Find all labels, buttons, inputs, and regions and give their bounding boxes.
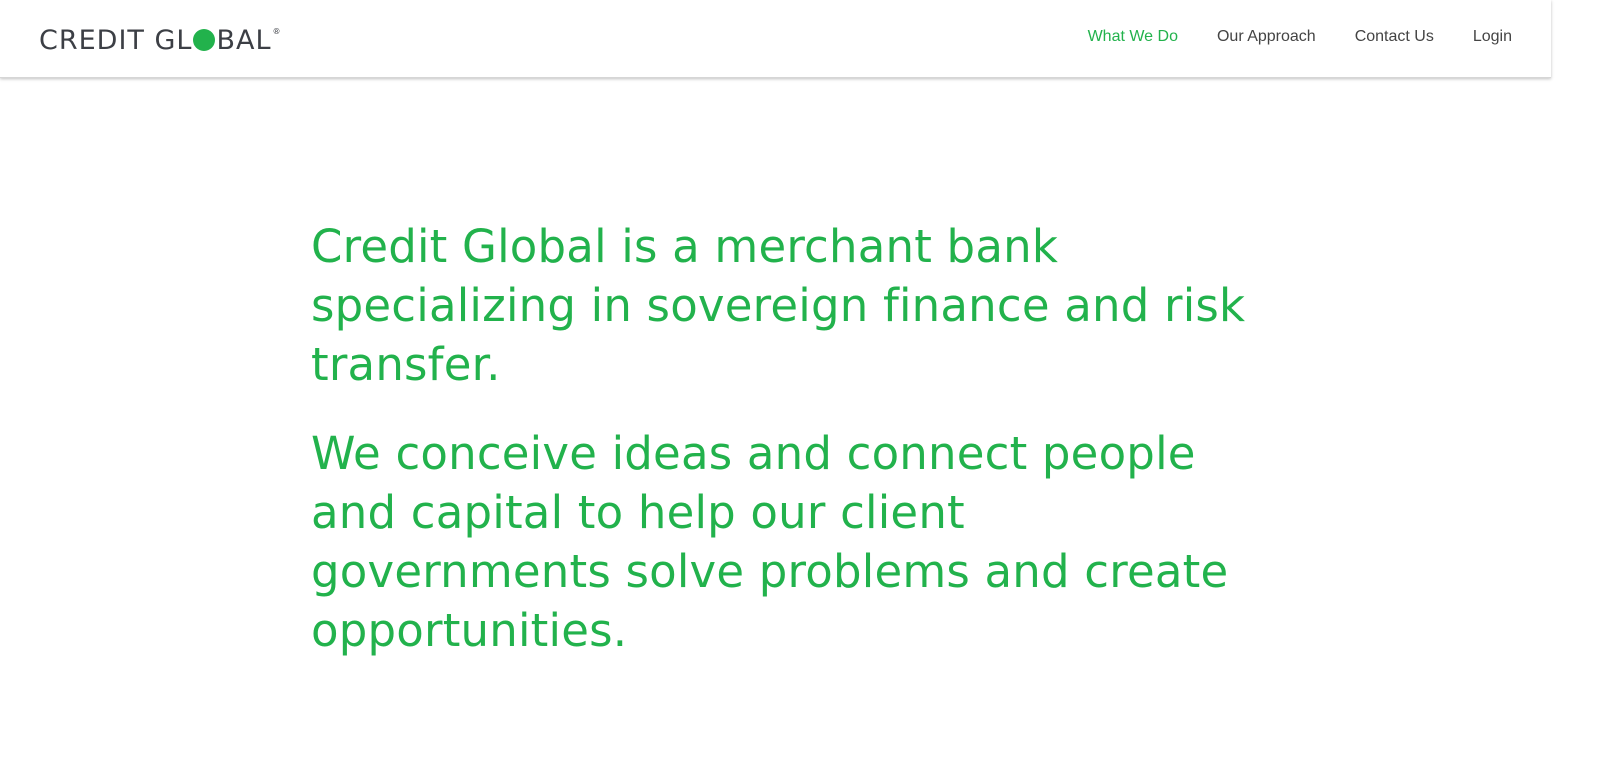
logo-text-start: CREDIT GL bbox=[39, 24, 193, 56]
mission-statement: We conceive ideas and connect people and… bbox=[311, 427, 1229, 657]
registered-mark: ® bbox=[272, 27, 282, 36]
nav-link-our-approach[interactable]: Our Approach bbox=[1217, 28, 1316, 46]
main-nav: What We Do Our Approach Contact Us Login bbox=[1088, 28, 1512, 46]
logo-text-end: BAL bbox=[216, 24, 272, 56]
intro-statement: Credit Global is a merchant bank special… bbox=[311, 220, 1246, 391]
site-header: CREDIT GL BAL ® What We Do Our Approach Co… bbox=[0, 0, 1551, 78]
nav-link-login[interactable]: Login bbox=[1473, 28, 1512, 46]
intro-section: Credit Global is a merchant bank special… bbox=[311, 217, 1271, 660]
logo-dot-icon bbox=[193, 29, 216, 51]
credit-global-logo[interactable]: CREDIT GL BAL ® bbox=[39, 24, 282, 56]
nav-link-contact-us[interactable]: Contact Us bbox=[1355, 28, 1434, 46]
nav-link-what-we-do[interactable]: What We Do bbox=[1088, 28, 1178, 46]
